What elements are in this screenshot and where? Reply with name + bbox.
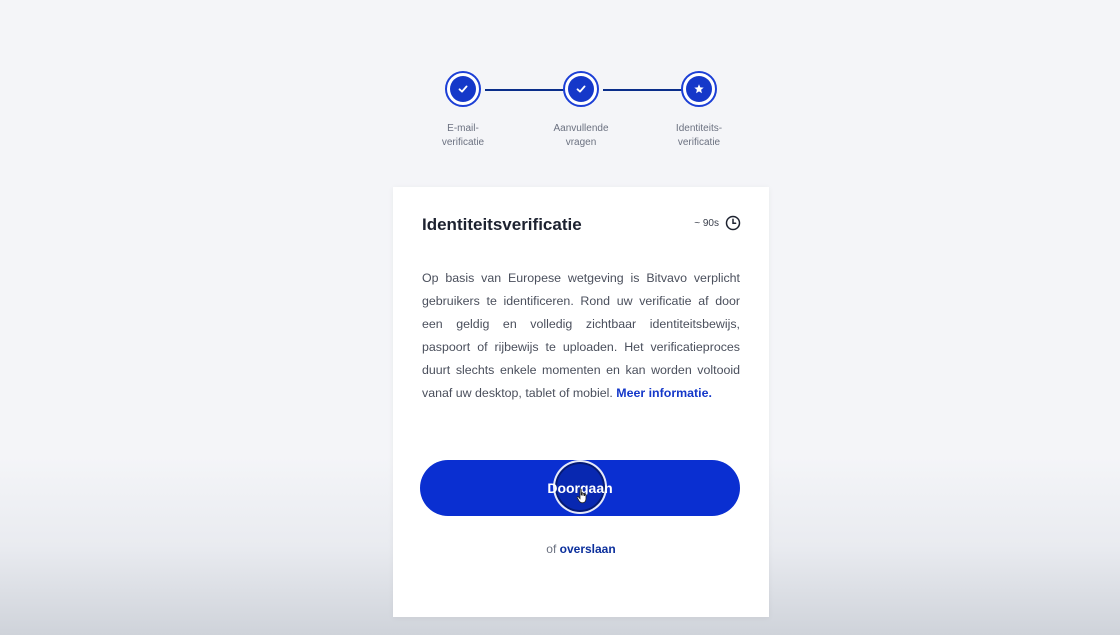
check-icon xyxy=(576,85,586,93)
step-label-additional: Aanvullende vragen xyxy=(531,122,631,150)
step-identity-verification xyxy=(681,71,717,107)
step-label-line: E-mail- xyxy=(447,123,479,134)
step-label-line: Aanvullende xyxy=(553,123,609,134)
verification-card: Identiteitsverificatie ~ 90s Op basis va… xyxy=(393,187,769,617)
star-icon xyxy=(694,84,704,94)
more-info-link[interactable]: Meer informatie. xyxy=(616,386,712,400)
description-text: Op basis van Europese wetgeving is Bitva… xyxy=(422,271,740,400)
step-connector xyxy=(603,89,683,91)
step-connector xyxy=(485,89,567,91)
hand-cursor-icon xyxy=(576,488,587,504)
skip-prefix: of xyxy=(546,542,557,556)
step-label-email: E-mail- verificatie xyxy=(413,122,513,150)
skip-link[interactable]: overslaan xyxy=(560,542,616,556)
step-label-line: Identiteits- xyxy=(675,123,723,134)
continue-button[interactable]: Doorgaan xyxy=(420,460,740,516)
card-description: Op basis van Europese wetgeving is Bitva… xyxy=(422,267,740,405)
duration-estimate: ~ 90s xyxy=(694,215,741,231)
check-icon xyxy=(458,85,468,93)
progress-stepper: E-mail- verificatie Aanvullende vragen I… xyxy=(405,68,735,158)
duration-text: ~ 90s xyxy=(694,217,719,229)
step-label-identity: Identiteits- verificatie xyxy=(649,122,749,150)
card-title: Identiteitsverificatie xyxy=(422,215,582,234)
skip-row: of overslaan xyxy=(393,542,769,556)
step-label-line: verificatie xyxy=(677,137,721,148)
step-label-line: verificatie xyxy=(441,137,485,148)
step-email-verification xyxy=(445,71,481,107)
step-label-line: vragen xyxy=(565,137,597,148)
clock-icon xyxy=(725,215,741,231)
step-additional-questions xyxy=(563,71,599,107)
